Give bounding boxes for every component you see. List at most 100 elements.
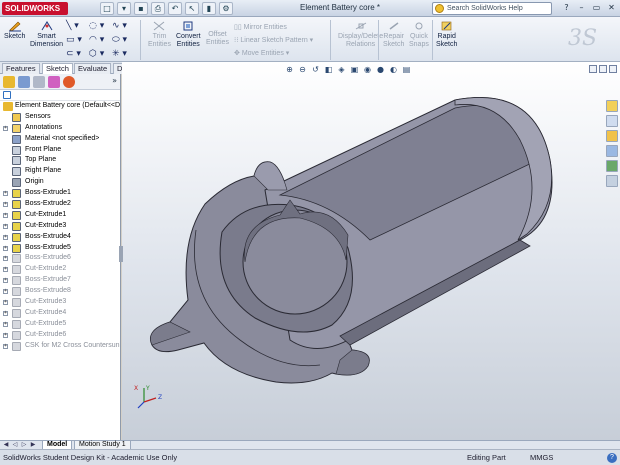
hide-show-items-icon[interactable]: ◉ — [362, 65, 373, 76]
select-icon[interactable]: ↖ — [185, 2, 199, 15]
close-button[interactable]: ✕ — [605, 2, 618, 14]
tree-item[interactable]: Front Plane — [0, 145, 120, 156]
tree-item[interactable]: + Cut-Extrude3 — [0, 297, 120, 308]
save-icon[interactable]: ▪ — [134, 2, 148, 15]
display-manager-icon[interactable] — [63, 76, 75, 88]
tab-features[interactable]: Features — [2, 63, 40, 74]
move-entities-button[interactable]: ✥ Move Entities ▾ — [234, 47, 313, 60]
undo-icon[interactable]: ↶ — [168, 2, 182, 15]
appearances-icon[interactable] — [606, 160, 618, 172]
zoom-area-icon[interactable]: ⊖ — [297, 65, 308, 76]
feature-manager-icon[interactable] — [3, 76, 15, 88]
expand-icon[interactable]: + — [3, 125, 8, 131]
battery-core-model[interactable] — [122, 62, 620, 440]
open-icon[interactable]: ▾ — [117, 2, 131, 15]
polygon-icon[interactable]: ⬡ ▾ — [89, 48, 111, 61]
tree-item[interactable]: Right Plane — [0, 166, 120, 177]
tree-filter[interactable] — [0, 90, 120, 101]
tree-item[interactable]: + Boss-Extrude8 — [0, 286, 120, 297]
rectangle-icon[interactable]: ▭ ▾ — [66, 34, 88, 47]
dimxpert-manager-icon[interactable] — [48, 76, 60, 88]
spline-icon[interactable]: ∿ ▾ — [112, 20, 134, 33]
help-icon[interactable]: ? — [607, 453, 617, 463]
rebuild-icon[interactable]: ▮ — [202, 2, 216, 15]
view-orientation-icon[interactable]: ◈ — [336, 65, 347, 76]
first-tab-arrow-icon[interactable]: ◀ — [2, 441, 10, 449]
expand-icon[interactable]: + — [3, 278, 8, 284]
rapid-sketch-button[interactable]: Rapid Sketch — [436, 20, 457, 49]
tree-item[interactable]: + Cut-Extrude6 — [0, 330, 120, 341]
expand-panel-icon[interactable]: » — [112, 76, 117, 85]
design-library-icon[interactable] — [606, 115, 618, 127]
tree-item[interactable]: + Cut-Extrude3 — [0, 221, 120, 232]
repair-sketch-button[interactable]: Repair Sketch — [383, 20, 404, 49]
tree-item[interactable]: + Cut-Extrude1 — [0, 210, 120, 221]
tab-sketch[interactable]: Sketch — [42, 63, 73, 74]
point-icon[interactable]: ✳ ▾ — [112, 48, 134, 61]
apply-scene-icon[interactable]: ◐ — [388, 65, 399, 76]
solidworks-logo[interactable]: SOLIDWORKS — [2, 2, 68, 15]
expand-icon[interactable]: + — [3, 234, 8, 240]
last-tab-arrow-icon[interactable]: ▶ — [29, 441, 37, 449]
expand-icon[interactable]: + — [3, 289, 8, 295]
previous-view-icon[interactable]: ↺ — [310, 65, 321, 76]
expand-icon[interactable]: + — [3, 321, 8, 327]
tree-item[interactable]: + Boss-Extrude2 — [0, 199, 120, 210]
expand-icon[interactable]: + — [3, 332, 8, 338]
expand-icon[interactable]: + — [3, 202, 8, 208]
tree-item[interactable]: + Boss-Extrude4 — [0, 232, 120, 243]
tree-item[interactable]: + Cut-Extrude2 — [0, 264, 120, 275]
help-search-input[interactable]: Search SolidWorks Help — [432, 2, 552, 15]
new-icon[interactable]: □ — [100, 2, 114, 15]
tree-item[interactable]: + Boss-Extrude7 — [0, 275, 120, 286]
options-icon[interactable]: ⚙ — [219, 2, 233, 15]
expand-icon[interactable]: + — [3, 212, 8, 218]
mirror-entities-button[interactable]: ▯▯ Mirror Entities — [234, 21, 313, 34]
configuration-manager-icon[interactable] — [33, 76, 45, 88]
expand-icon[interactable]: + — [3, 310, 8, 316]
offset-entities-button[interactable]: Offset Entities — [206, 31, 229, 47]
tree-item[interactable]: + Boss-Extrude6 — [0, 253, 120, 264]
trim-entities-button[interactable]: Trim Entities — [148, 20, 171, 49]
display-style-icon[interactable]: ▣ — [349, 65, 360, 76]
convert-entities-button[interactable]: Convert Entities — [176, 20, 201, 49]
tree-item[interactable]: Origin — [0, 177, 120, 188]
expand-icon[interactable]: + — [3, 245, 8, 251]
graphics-area[interactable]: ⊕ ⊖ ↺ ◧ ◈ ▣ ◉ ● ◐ ▤ X Z Y — [119, 62, 620, 440]
minimize-button[interactable]: – — [575, 2, 588, 14]
panel-splitter[interactable] — [119, 246, 123, 262]
expand-icon[interactable]: + — [3, 343, 8, 349]
tree-item[interactable]: + CSK for M2 Cross Countersunk H — [0, 341, 120, 352]
tree-item[interactable]: + Cut-Extrude4 — [0, 308, 120, 319]
tree-item[interactable]: Top Plane — [0, 155, 120, 166]
circle-icon[interactable]: ◌ ▾ — [89, 20, 111, 33]
linear-sketch-pattern-button[interactable]: ⁝⁝ Linear Sketch Pattern ▾ — [234, 34, 313, 47]
expand-icon[interactable]: + — [3, 256, 8, 262]
smart-dimension-button[interactable]: Smart Dimension — [30, 20, 63, 49]
tree-item[interactable]: Sensors — [0, 112, 120, 123]
arc-icon[interactable]: ◠ ▾ — [89, 34, 111, 47]
print-icon[interactable]: ⎙ — [151, 2, 165, 15]
status-units[interactable]: MMGS — [530, 451, 553, 465]
quick-snaps-button[interactable]: Quick Snaps — [409, 20, 429, 49]
view-palette-icon[interactable] — [606, 145, 618, 157]
slot-icon[interactable]: ⊂ ▾ — [66, 48, 88, 61]
viewport-minimize-icon[interactable] — [589, 65, 597, 73]
section-view-icon[interactable]: ◧ — [323, 65, 334, 76]
file-explorer-icon[interactable] — [606, 130, 618, 142]
edit-appearance-icon[interactable]: ● — [375, 65, 386, 76]
tree-item[interactable]: Material <not specified> — [0, 134, 120, 145]
tree-item[interactable]: + Annotations — [0, 123, 120, 134]
custom-properties-icon[interactable] — [606, 175, 618, 187]
tree-item[interactable]: + Cut-Extrude5 — [0, 319, 120, 330]
line-icon[interactable]: ╲ ▾ — [66, 20, 88, 33]
expand-icon[interactable]: + — [3, 267, 8, 273]
view-settings-icon[interactable]: ▤ — [401, 65, 412, 76]
tree-root[interactable]: Element Battery core (Default<<De — [0, 101, 120, 112]
ellipse-icon[interactable]: ⬭ ▾ — [112, 34, 134, 47]
display-delete-relations-button[interactable]: Display/Delete Relations — [338, 20, 383, 49]
property-manager-icon[interactable] — [18, 76, 30, 88]
viewport-restore-icon[interactable] — [599, 65, 607, 73]
expand-icon[interactable]: + — [3, 300, 8, 306]
prev-tab-arrow-icon[interactable]: ◁ — [11, 441, 19, 449]
